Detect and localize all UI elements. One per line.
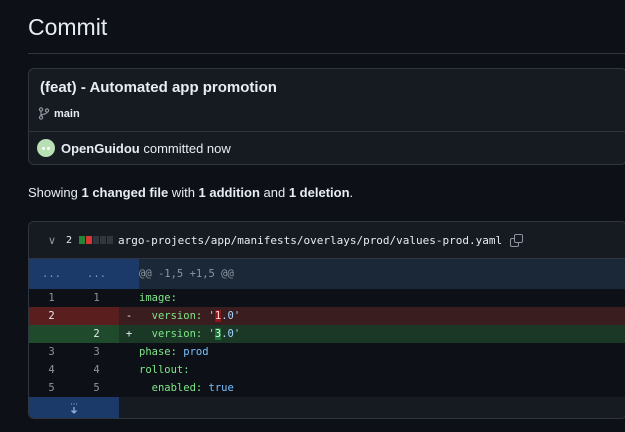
yaml-key: phase:	[139, 346, 177, 358]
expand-up-new[interactable]: ...	[74, 259, 119, 289]
diffstat-bar	[79, 236, 114, 244]
line-sign	[119, 379, 139, 397]
old-line-number[interactable]: 1	[29, 289, 74, 307]
yaml-key: version:	[139, 310, 203, 322]
new-line-number[interactable]: 4	[74, 361, 119, 379]
line-code: version: '3.0'	[139, 325, 625, 343]
avatar[interactable]	[37, 139, 55, 157]
commit-author-row: OpenGuidou committed now	[29, 132, 625, 165]
yaml-key: version:	[139, 328, 203, 340]
old-line-number[interactable]: 3	[29, 343, 74, 361]
line-code: rollout:	[139, 361, 625, 379]
chevron-down-icon[interactable]: ∨	[48, 234, 58, 247]
line-code: enabled: true	[139, 379, 625, 397]
new-line-number[interactable]	[74, 307, 119, 325]
yaml-key: rollout:	[139, 364, 190, 376]
diffstat-deleted	[86, 236, 93, 244]
hunk-header: @@ -1,5 +1,5 @@	[139, 259, 625, 289]
line-code: phase: prod	[139, 343, 625, 361]
summary-suffix: .	[349, 185, 354, 200]
branch-name: main	[54, 107, 80, 120]
deletions-count: 1 deletion	[288, 185, 350, 200]
change-count: 2	[66, 234, 73, 246]
line-code: image:	[139, 289, 625, 307]
diffstat-neutral	[107, 236, 114, 244]
line-sign: -	[119, 307, 139, 325]
copy-icon[interactable]	[510, 233, 524, 247]
additions-count: 1 addition	[198, 185, 260, 200]
commit-header: (feat) - Automated app promotion main	[29, 69, 625, 132]
branch-indicator[interactable]: main	[38, 107, 80, 120]
page-title: Commit	[28, 14, 108, 40]
yaml-key: enabled:	[139, 382, 203, 394]
summary-and: and	[259, 185, 289, 200]
file-diff: ∨ 2 argo-projects/app/manifests/overlays…	[28, 221, 625, 419]
new-line-number[interactable]: 3	[74, 343, 119, 361]
old-line-number[interactable]: 2	[29, 307, 74, 325]
new-line-number[interactable]: 1	[74, 289, 119, 307]
file-path[interactable]: argo-projects/app/manifests/overlays/pro…	[118, 234, 502, 247]
line-code: version: '1.0'	[139, 307, 625, 325]
yaml-value-suffix: .0'	[221, 310, 241, 322]
author-line: OpenGuidou committed now	[61, 141, 231, 156]
yaml-value-prefix: '	[202, 328, 215, 340]
hunk-header-row: ... ... @@ -1,5 +1,5 @@	[29, 259, 625, 289]
diff-line: 5 5 enabled: true	[29, 379, 625, 397]
diff-line: 3 3 phase: prod	[29, 343, 625, 361]
deleted-line: 2 - version: '1.0'	[29, 307, 625, 325]
commit-action: committed now	[143, 141, 231, 156]
expand-down-icon[interactable]	[29, 397, 119, 418]
diffstat-neutral	[100, 236, 107, 244]
title-divider	[28, 53, 625, 54]
old-line-number[interactable]: 4	[29, 361, 74, 379]
old-line-number[interactable]: 5	[29, 379, 74, 397]
line-sign	[119, 361, 139, 379]
line-sign	[119, 343, 139, 361]
expand-down-row	[29, 397, 625, 418]
diff-summary: Showing 1 changed file with 1 addition a…	[28, 185, 353, 200]
added-line: 2 + version: '3.0'	[29, 325, 625, 343]
commit-card: (feat) - Automated app promotion main Op…	[28, 68, 625, 165]
new-line-number[interactable]: 5	[74, 379, 119, 397]
changed-files-count: 1 changed file	[81, 185, 169, 200]
diff-line: 4 4 rollout:	[29, 361, 625, 379]
yaml-value: true	[202, 382, 234, 394]
yaml-value-prefix: '	[202, 310, 215, 322]
git-branch-icon	[38, 107, 50, 120]
yaml-value: prod	[176, 346, 209, 358]
line-sign	[119, 289, 139, 307]
diffstat-neutral	[93, 236, 100, 244]
summary-prefix: Showing	[28, 185, 82, 200]
diffstat-added	[79, 236, 86, 244]
commit-message: (feat) - Automated app promotion	[40, 79, 277, 96]
file-header: ∨ 2 argo-projects/app/manifests/overlays…	[29, 222, 625, 259]
yaml-value-suffix: .0'	[221, 328, 241, 340]
new-line-number[interactable]: 2	[74, 325, 119, 343]
expand-up-old[interactable]: ...	[29, 259, 74, 289]
line-sign: +	[119, 325, 139, 343]
old-line-number[interactable]	[29, 325, 74, 343]
summary-with: with	[168, 185, 199, 200]
yaml-key: image:	[139, 292, 177, 304]
author-name[interactable]: OpenGuidou	[61, 141, 140, 156]
diff-line: 1 1 image:	[29, 289, 625, 307]
